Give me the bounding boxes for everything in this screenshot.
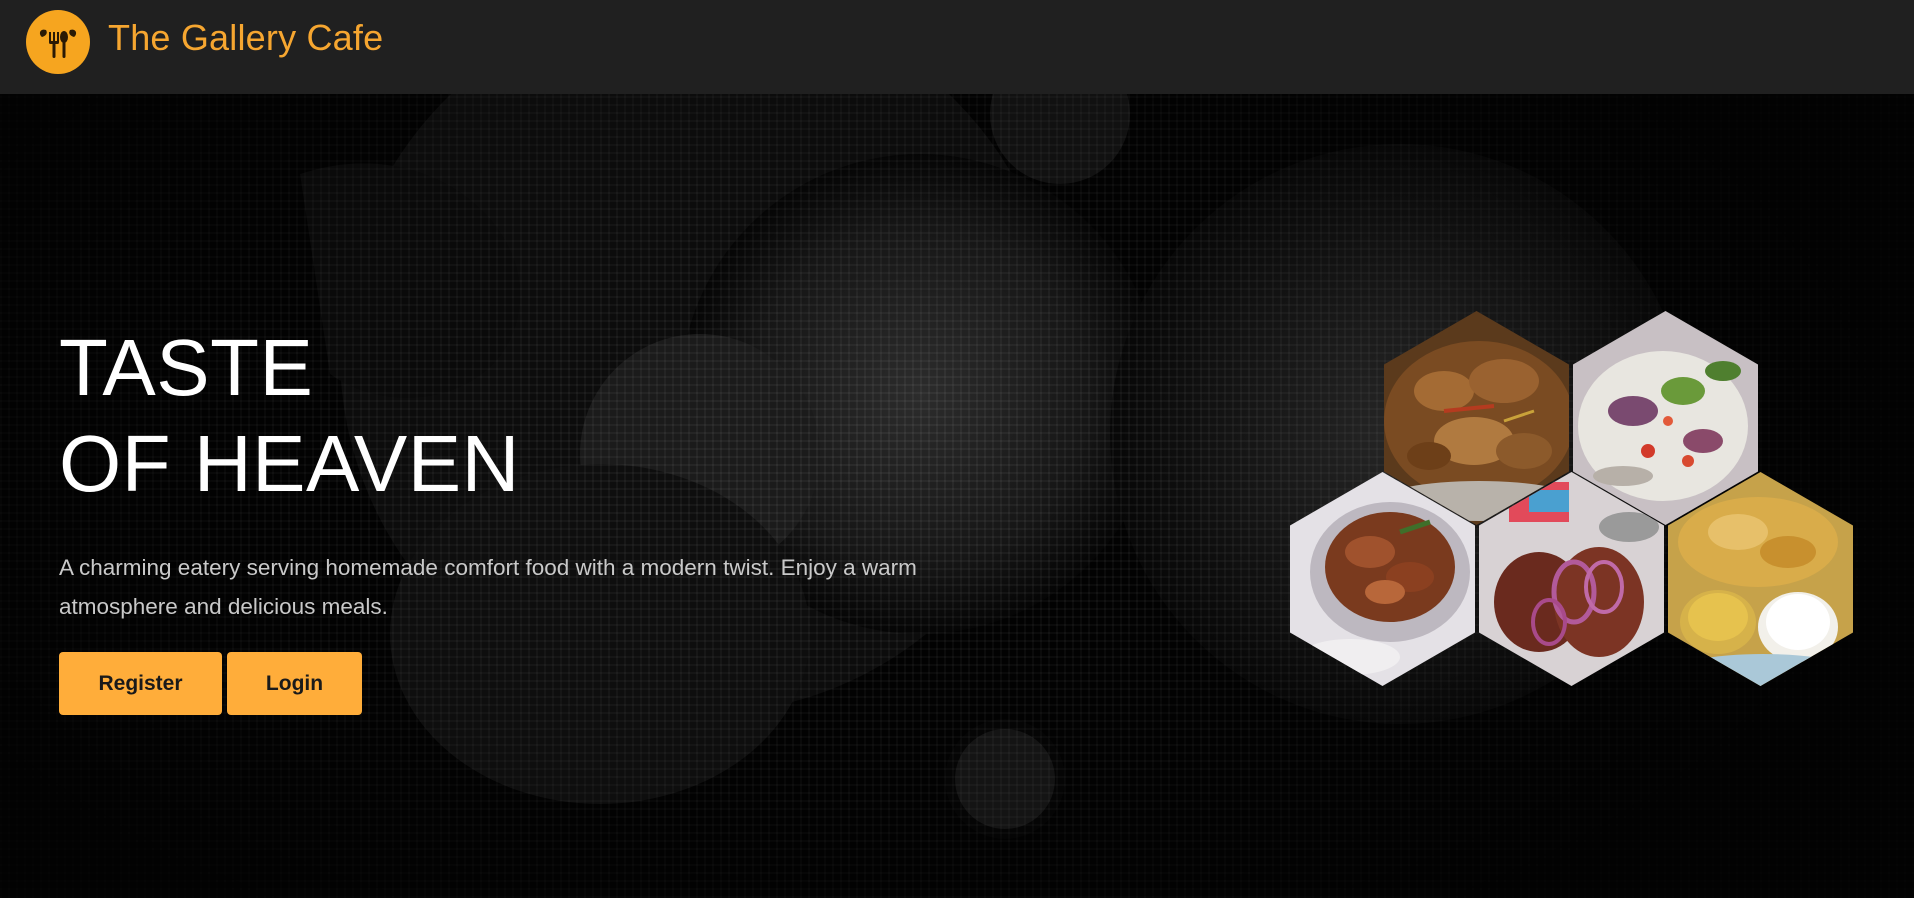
utensils-icon xyxy=(39,29,77,58)
cafe-logo-icon[interactable] xyxy=(26,10,90,74)
headline-line-1: TASTE xyxy=(59,323,314,412)
food-hexagon-gallery xyxy=(1290,311,1860,691)
hero-buttons: Register Login xyxy=(59,652,959,715)
headline-line-2: OF HEAVEN xyxy=(59,419,520,508)
hero-content: TASTE OF HEAVEN A charming eatery servin… xyxy=(59,320,959,715)
top-navbar: The Gallery Cafe xyxy=(0,0,1914,94)
login-button[interactable]: Login xyxy=(227,652,362,715)
hero-section: TASTE OF HEAVEN A charming eatery servin… xyxy=(0,94,1914,898)
register-button[interactable]: Register xyxy=(59,652,222,715)
brand-name[interactable]: The Gallery Cafe xyxy=(108,17,383,59)
hero-headline: TASTE OF HEAVEN xyxy=(59,320,959,512)
hero-description: A charming eatery serving homemade comfo… xyxy=(59,555,917,619)
